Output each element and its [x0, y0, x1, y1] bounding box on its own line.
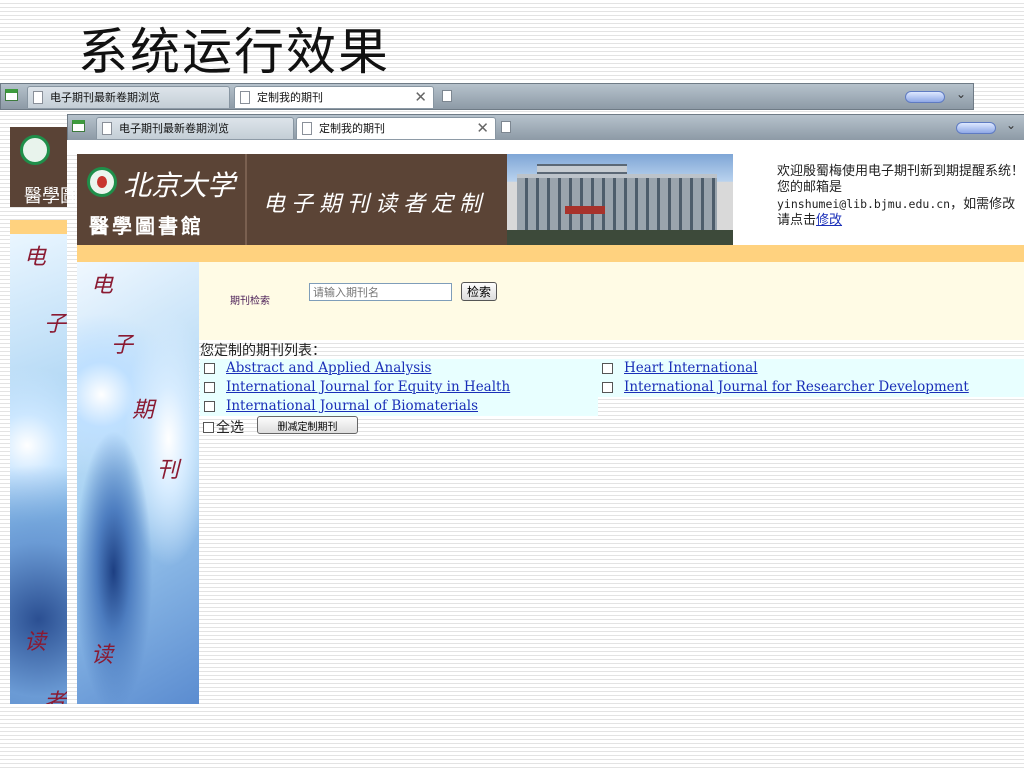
side-banner: 电 子 期 刊 读 — [77, 262, 199, 704]
new-tab-icon[interactable] — [501, 121, 511, 133]
toolbar-toggle-icon[interactable] — [905, 91, 945, 103]
banner-divider — [245, 154, 247, 245]
journal-checkbox[interactable] — [602, 363, 613, 374]
select-all-label: 全选 — [216, 420, 244, 436]
library-name: 醫學圖書館 — [89, 214, 204, 238]
new-tab-icon[interactable] — [442, 90, 452, 102]
tab-customize-journals[interactable]: 定制我的期刊 ✕ — [234, 86, 434, 108]
slide-title: 系统运行效果 — [78, 23, 390, 81]
journal-checkbox[interactable] — [204, 363, 215, 374]
journal-link[interactable]: Heart International — [624, 360, 758, 376]
journal-checkbox[interactable] — [602, 382, 613, 393]
chevron-down-icon[interactable]: ⌄ — [1006, 118, 1016, 132]
ground-shape — [507, 230, 733, 245]
journal-list-item: International Journal of Biomaterials — [200, 397, 598, 416]
toolbar-toggle-icon[interactable] — [956, 122, 996, 134]
orange-strip — [77, 245, 1024, 262]
journal-checkbox[interactable] — [204, 401, 215, 412]
select-all-control[interactable]: 全选 — [203, 417, 244, 437]
university-logo-icon — [20, 135, 50, 165]
close-tab-icon[interactable]: ✕ — [476, 118, 489, 139]
search-label: 期刊检索 — [230, 296, 270, 307]
welcome-message: 欢迎殷蜀梅使用电子期刊新到期提醒系统！您的邮箱是 yinshumei@lib.b… — [777, 164, 1024, 229]
page-icon — [302, 122, 312, 135]
tab-latest-issues[interactable]: 电子期刊最新卷期浏览 — [27, 86, 230, 108]
journal-list-item: International Journal for Researcher Dev… — [598, 378, 1024, 397]
slide-bottom-band — [0, 704, 1024, 768]
journal-link[interactable]: Abstract and Applied Analysis — [226, 360, 431, 376]
page-icon — [102, 122, 112, 135]
library-building-photo — [507, 154, 733, 245]
tab-label: 定制我的期刊 — [257, 91, 323, 104]
window-menu-icon[interactable] — [72, 120, 85, 132]
side-banner-char: 电 — [24, 245, 47, 270]
journal-list-item: Abstract and Applied Analysis — [200, 359, 598, 378]
side-banner-char: 刊 — [157, 458, 180, 483]
tab-latest-issues[interactable]: 电子期刊最新卷期浏览 — [96, 117, 294, 139]
page-top-margin — [67, 140, 1024, 154]
banner-brand-area: 北京大学 醫學圖書館 电子期刊读者定制 — [77, 154, 507, 245]
journal-link[interactable]: International Journal for Researcher Dev… — [624, 379, 969, 395]
building-shape — [517, 174, 717, 238]
close-tab-icon[interactable]: ✕ — [414, 87, 427, 108]
building-sign-shape — [565, 206, 605, 214]
side-banner-char: 期 — [132, 398, 155, 423]
journal-search-panel: 期刊检索 检索 — [199, 262, 1024, 340]
select-all-checkbox[interactable] — [203, 422, 214, 433]
site-banner: 北京大学 醫學圖書館 电子期刊读者定制 欢迎殷蜀梅使用电子期刊新到期提醒系统！您… — [77, 154, 1024, 245]
user-email: yinshumei@lib.bjmu.edu.cn — [777, 197, 951, 211]
side-banner-char: 子 — [44, 312, 67, 337]
journal-list-item: Heart International — [598, 359, 1024, 378]
side-banner-char: 电 — [91, 273, 114, 298]
tab-label: 定制我的期刊 — [319, 122, 385, 135]
background-side-banner: 电 子 读 者 — [10, 234, 67, 704]
welcome-prefix: 欢迎殷蜀梅使用电子期刊新到期提醒系统！您的邮箱是 — [777, 164, 1024, 195]
tab-customize-journals[interactable]: 定制我的期刊 ✕ — [296, 117, 496, 139]
tab-bar-foreground-window: 电子期刊最新卷期浏览 定制我的期刊 ✕ ⌄ — [67, 114, 1024, 141]
journal-link[interactable]: International Journal for Equity in Heal… — [226, 379, 510, 395]
journal-search-input[interactable] — [309, 283, 452, 301]
journal-link[interactable]: International Journal of Biomaterials — [226, 398, 478, 414]
journal-list-item: International Journal for Equity in Heal… — [200, 378, 598, 397]
search-button[interactable]: 检索 — [461, 282, 497, 301]
university-name: 北京大学 — [123, 169, 236, 202]
university-logo-icon — [87, 167, 117, 197]
page-icon — [33, 91, 43, 104]
side-banner-char: 者 — [44, 690, 67, 704]
journal-list-title: 您定制的期刊列表： — [200, 343, 326, 359]
journal-checkbox[interactable] — [204, 382, 215, 393]
page-icon — [240, 91, 250, 104]
tab-label: 电子期刊最新卷期浏览 — [119, 122, 229, 135]
side-banner-char: 读 — [24, 630, 47, 655]
side-banner-char: 子 — [111, 333, 134, 358]
tab-bar-background-window: 电子期刊最新卷期浏览 定制我的期刊 ✕ ⌄ — [0, 83, 974, 110]
side-banner-char: 读 — [91, 643, 114, 668]
tab-label: 电子期刊最新卷期浏览 — [50, 91, 160, 104]
modify-email-link[interactable]: 修改 — [816, 213, 842, 228]
window-menu-icon[interactable] — [5, 89, 18, 101]
background-orange-strip — [10, 220, 67, 234]
delete-subscriptions-button[interactable]: 删减定制期刊 — [257, 416, 358, 434]
service-title: 电子期刊读者定制 — [263, 192, 488, 217]
background-window-header: 醫學圖書館 — [10, 127, 114, 207]
chevron-down-icon[interactable]: ⌄ — [956, 87, 966, 101]
